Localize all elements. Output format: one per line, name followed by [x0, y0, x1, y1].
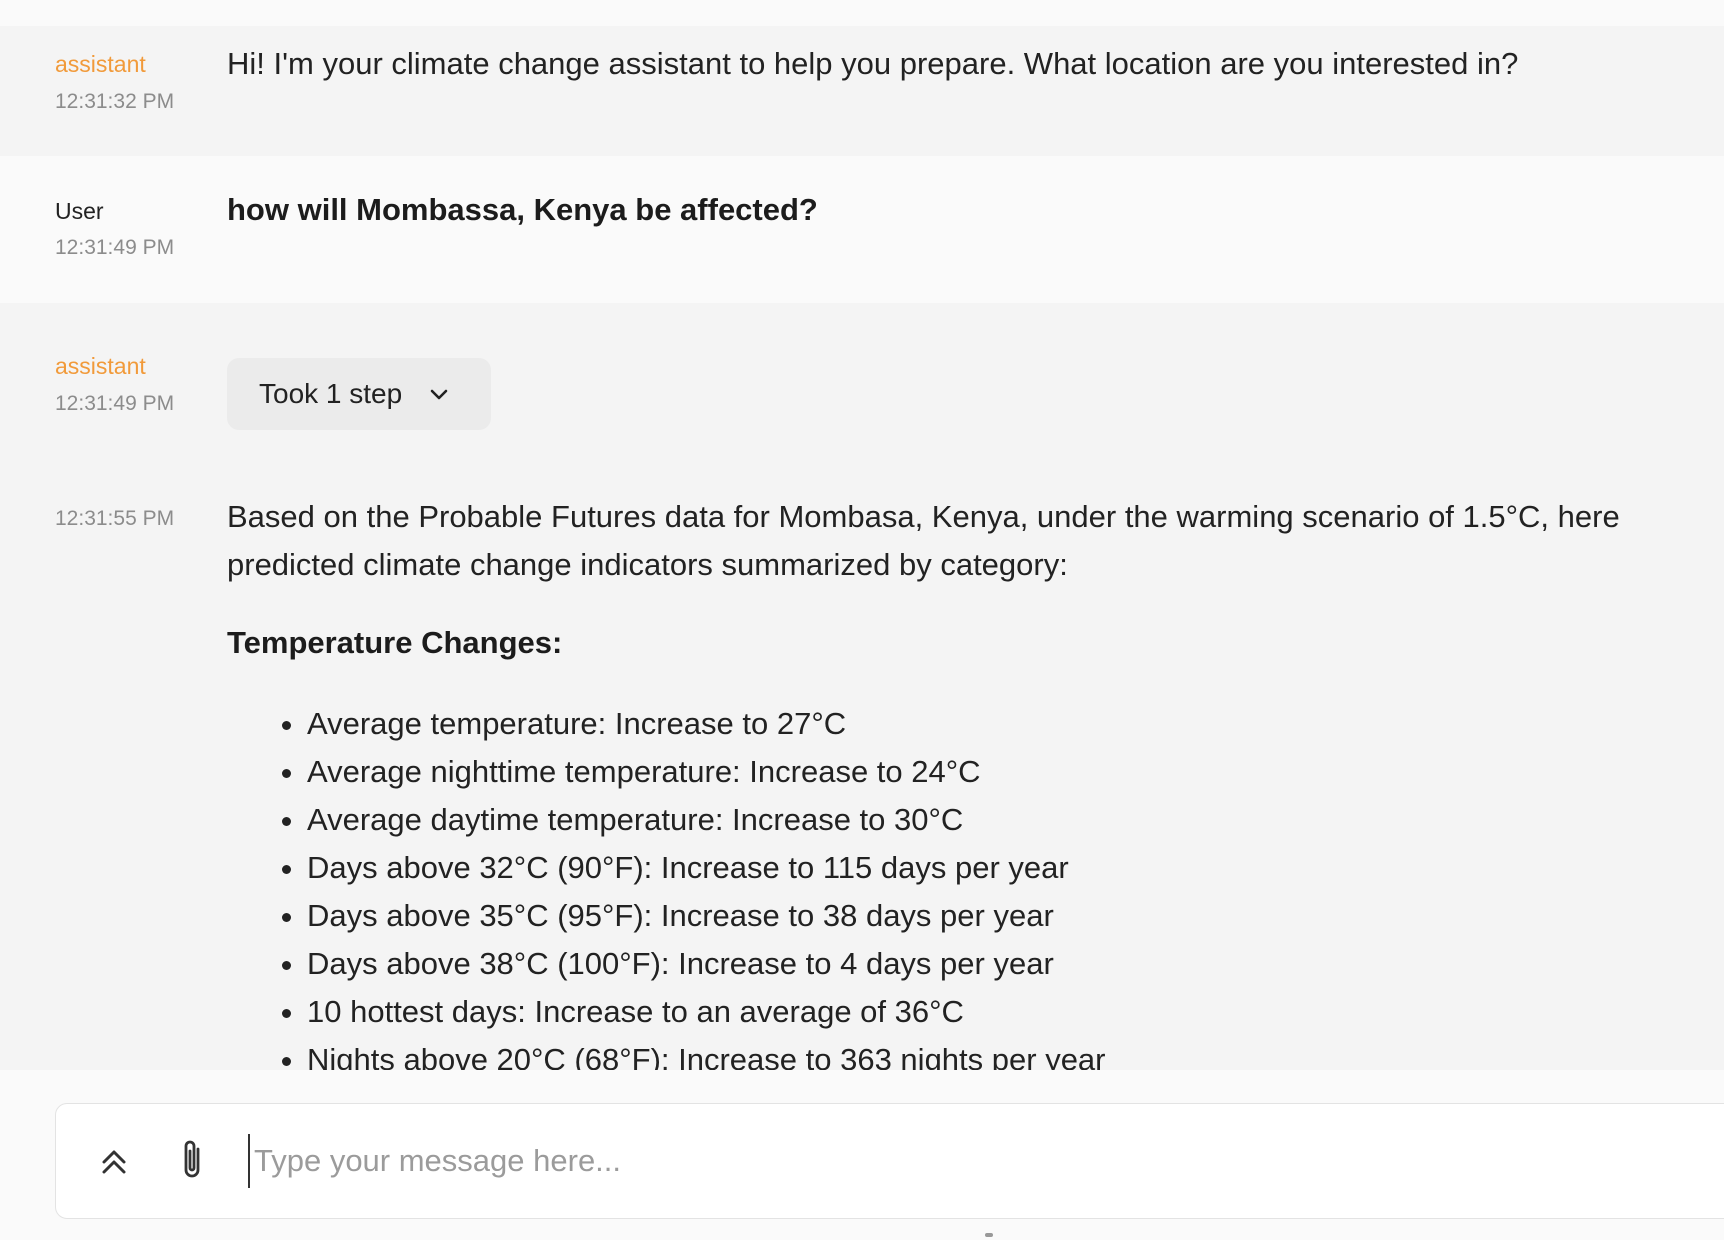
message-assistant-greeting: assistant 12:31:32 PM Hi! I'm your clima… [0, 26, 1724, 156]
message-text: Hi! I'm your climate change assistant to… [227, 46, 1519, 81]
message-author: assistant [55, 353, 146, 379]
list-item: 10 hottest days: Increase to an average … [307, 988, 1106, 1036]
message-input[interactable] [248, 1134, 1654, 1188]
chat-thread: assistant 12:31:32 PM Hi! I'm your clima… [0, 0, 1724, 1070]
temperature-changes-list: Average temperature: Increase to 27°C Av… [227, 700, 1106, 1070]
list-item: Days above 35°C (95°F): Increase to 38 d… [307, 892, 1106, 940]
chevron-down-icon [428, 383, 450, 405]
message-timestamp: 12:31:49 PM [55, 236, 175, 259]
took-steps-toggle-button[interactable]: Took 1 step [227, 358, 491, 430]
paragraph-line: predicted climate change indicators summ… [227, 547, 1068, 582]
message-timestamp: 12:31:49 PM [55, 392, 175, 415]
list-item: Average nighttime temperature: Increase … [307, 748, 1106, 796]
list-item: Nights above 20°C (68°F): Increase to 36… [307, 1036, 1106, 1070]
list-item: Days above 32°C (90°F): Increase to 115 … [307, 844, 1106, 892]
response-intro-paragraph: Based on the Probable Futures data for M… [227, 493, 1724, 589]
paperclip-icon[interactable] [170, 1138, 214, 1182]
step-toggle-label: Took 1 step [259, 378, 403, 409]
paragraph-line: Based on the Probable Futures data for M… [227, 499, 1620, 534]
list-item: Average temperature: Increase to 27°C [307, 700, 1106, 748]
message-composer [55, 1103, 1724, 1219]
message-timestamp: 12:31:55 PM [55, 507, 175, 530]
message-timestamp: 12:31:32 PM [55, 90, 175, 113]
list-item: Days above 38°C (100°F): Increase to 4 d… [307, 940, 1106, 988]
message-assistant-response: assistant 12:31:49 PM Took 1 step 12:31:… [0, 303, 1724, 1070]
divider [985, 1233, 993, 1237]
section-heading: Temperature Changes: [227, 625, 563, 660]
chevrons-up-icon[interactable] [92, 1140, 136, 1184]
list-item: Average daytime temperature: Increase to… [307, 796, 1106, 844]
message-user-question: User 12:31:49 PM how will Mombassa, Keny… [0, 156, 1724, 303]
message-author: User [55, 198, 104, 224]
message-author: assistant [55, 51, 146, 77]
message-text: how will Mombassa, Kenya be affected? [227, 192, 818, 227]
